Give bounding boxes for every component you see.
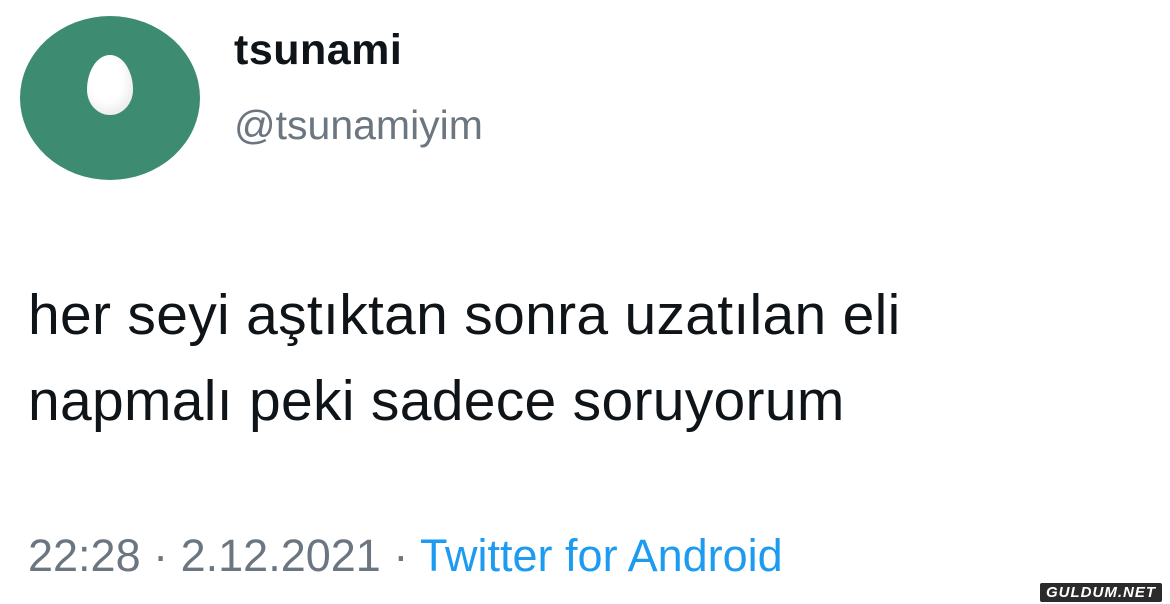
tweet-text-line: napmalı peki sadece soruyorum	[28, 369, 845, 433]
display-name[interactable]: tsunami	[234, 26, 402, 75]
tweet-source-link[interactable]: Twitter for Android	[420, 530, 783, 581]
default-egg-avatar-icon	[87, 55, 133, 115]
meta-separator: ·	[140, 530, 181, 581]
tweet-time[interactable]: 22:28	[28, 530, 141, 581]
site-watermark: GULDUM.NET	[1040, 583, 1162, 602]
tweet-text-line: her seyi aştıktan sonra uzatılan eli	[28, 283, 901, 347]
tweet-card: tsunami @tsunamiyim her seyi aştıktan so…	[0, 0, 1170, 604]
tweet-date[interactable]: 2.12.2021	[181, 530, 381, 581]
tweet-meta: 22:28 · 2.12.2021 · Twitter for Android	[28, 530, 783, 582]
meta-separator: ·	[380, 530, 421, 581]
avatar[interactable]	[20, 16, 200, 180]
tweet-text: her seyi aştıktan sonra uzatılan eli nap…	[28, 272, 1138, 444]
user-handle[interactable]: @tsunamiyim	[234, 102, 483, 149]
